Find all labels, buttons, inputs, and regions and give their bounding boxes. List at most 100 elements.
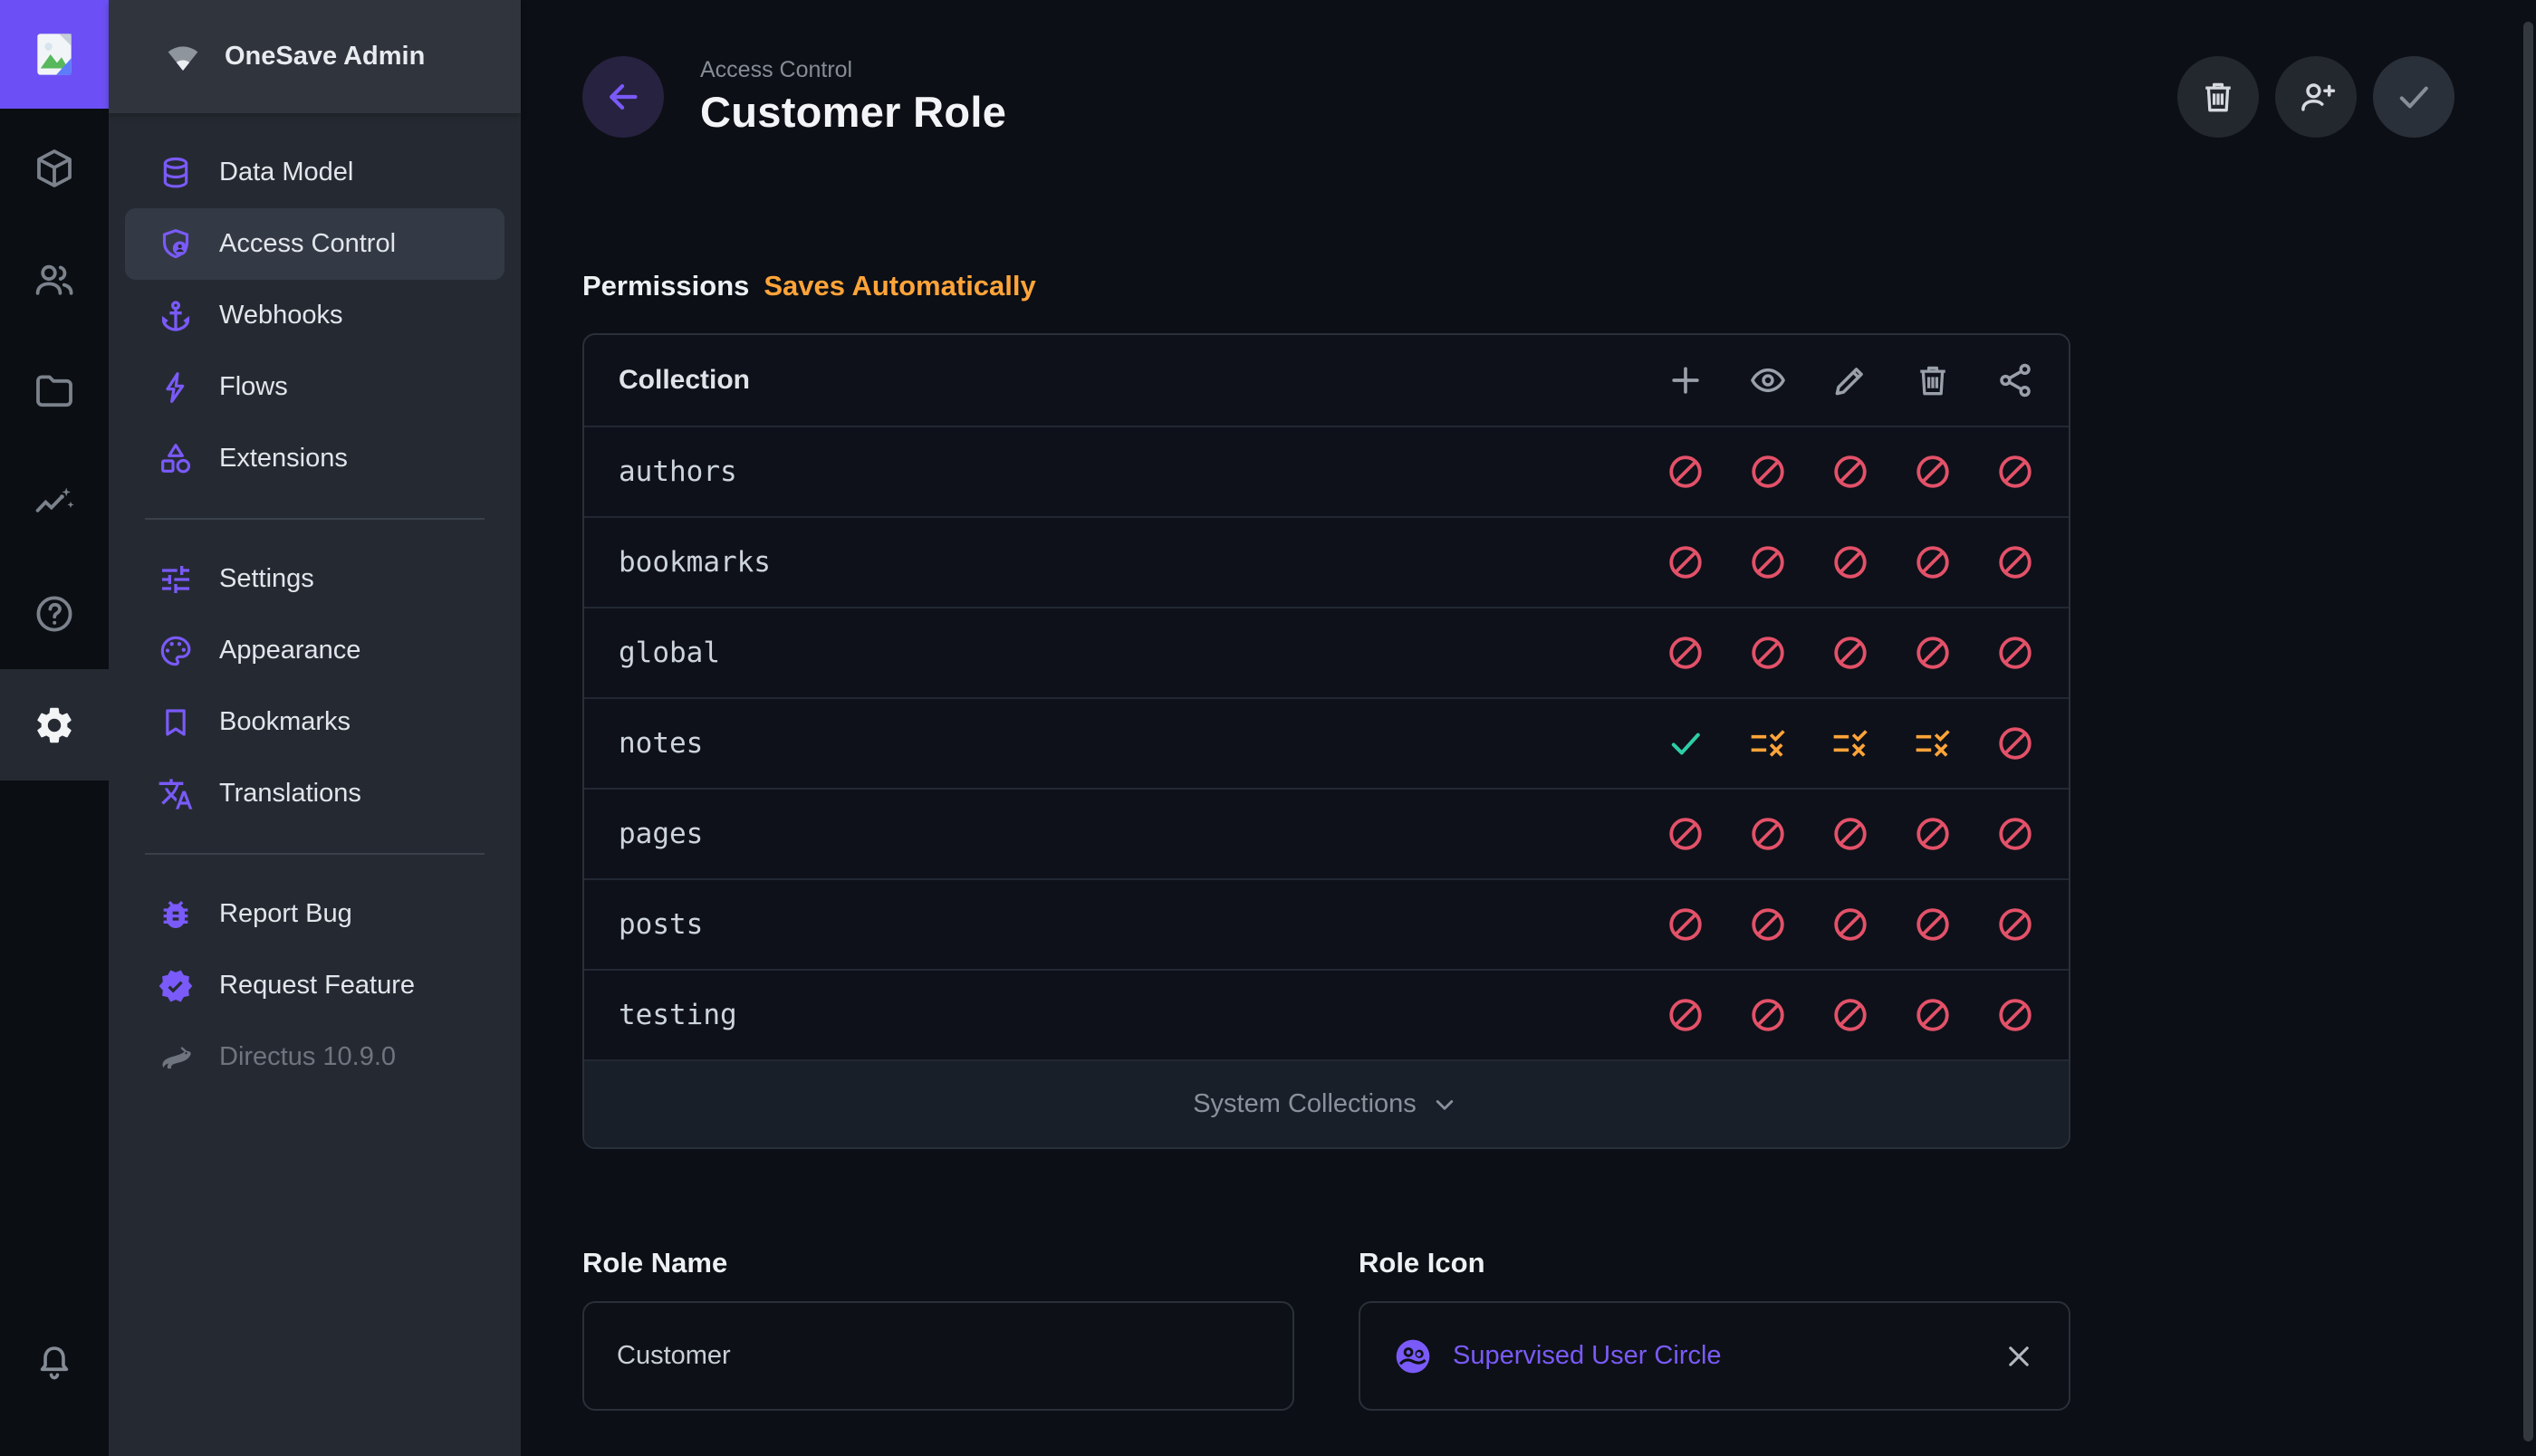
supervised-user-circle-icon	[1393, 1336, 1433, 1376]
perm-cell	[1974, 542, 2056, 582]
no-access-icon[interactable]	[1995, 995, 2035, 1035]
perm-column-delete[interactable]	[1891, 360, 1974, 400]
sidebar-item-webhooks[interactable]: Webhooks	[125, 280, 504, 351]
no-access-icon[interactable]	[1995, 905, 2035, 944]
module-settings[interactable]	[0, 669, 109, 781]
scrollbar[interactable]	[2523, 22, 2533, 1442]
no-access-icon[interactable]	[1830, 452, 1870, 492]
sidebar-item-extensions[interactable]: Extensions	[125, 423, 504, 494]
sidebar-item-data-model[interactable]: Data Model	[125, 137, 504, 208]
invite-users-button[interactable]	[2275, 56, 2357, 138]
project-logo[interactable]	[0, 0, 109, 109]
perm-cell	[1891, 814, 1974, 854]
no-access-icon[interactable]	[1666, 633, 1705, 673]
perm-cell	[1809, 723, 1891, 763]
no-access-icon[interactable]	[1830, 633, 1870, 673]
sidebar-item-appearance[interactable]: Appearance	[125, 615, 504, 686]
sidebar-item-directus-10-9-0[interactable]: Directus 10.9.0	[125, 1021, 504, 1093]
breadcrumb[interactable]: Access Control	[700, 57, 1006, 83]
nav-sidebar: OneSave Admin Data ModelAccess ControlWe…	[109, 0, 521, 1456]
no-access-icon[interactable]	[1666, 905, 1705, 944]
no-access-icon[interactable]	[1748, 814, 1788, 854]
role-icon-field: Role Icon Supervised User Circle	[1359, 1247, 2070, 1411]
perm-cell	[1891, 452, 1974, 492]
module-files[interactable]	[0, 335, 109, 446]
collection-name: testing	[619, 999, 737, 1031]
no-access-icon[interactable]	[1748, 905, 1788, 944]
arrow-left-icon	[602, 76, 644, 118]
no-access-icon[interactable]	[1830, 905, 1870, 944]
notifications-button[interactable]	[0, 1341, 109, 1383]
no-access-icon[interactable]	[1748, 452, 1788, 492]
title-block: Access Control Customer Role	[700, 57, 1006, 137]
no-access-icon[interactable]	[1913, 633, 1953, 673]
no-access-icon[interactable]	[1830, 542, 1870, 582]
permission-toggles	[1644, 814, 2056, 854]
module-help[interactable]	[0, 558, 109, 669]
perm-column-share[interactable]	[1974, 360, 2056, 400]
no-access-icon[interactable]	[1666, 452, 1705, 492]
sidebar-item-access-control[interactable]: Access Control	[125, 208, 504, 280]
custom-access-icon[interactable]	[1748, 723, 1788, 763]
broken-image-icon	[25, 25, 83, 83]
project-name: OneSave Admin	[225, 42, 425, 72]
module-users[interactable]	[0, 224, 109, 335]
table-row-posts: posts	[584, 878, 2069, 969]
role-name-input[interactable]	[617, 1341, 1260, 1371]
sidebar-item-flows[interactable]: Flows	[125, 351, 504, 423]
no-access-icon[interactable]	[1830, 995, 1870, 1035]
project-header[interactable]: OneSave Admin	[109, 0, 521, 113]
no-access-icon[interactable]	[1995, 633, 2035, 673]
plus-icon	[1666, 360, 1705, 400]
full-access-icon[interactable]	[1666, 723, 1705, 763]
perm-cell	[1644, 905, 1726, 944]
back-button[interactable]	[582, 56, 664, 138]
no-access-icon[interactable]	[1995, 542, 2035, 582]
perm-column-update[interactable]	[1809, 360, 1891, 400]
role-icon-input[interactable]: Supervised User Circle	[1359, 1301, 2070, 1411]
sidebar-item-settings[interactable]: Settings	[125, 543, 504, 615]
perm-cell	[1726, 995, 1809, 1035]
no-access-icon[interactable]	[1748, 995, 1788, 1035]
sidebar-item-translations[interactable]: Translations	[125, 758, 504, 829]
no-access-icon[interactable]	[1748, 542, 1788, 582]
no-access-icon[interactable]	[1913, 814, 1953, 854]
no-access-icon[interactable]	[1830, 814, 1870, 854]
no-access-icon[interactable]	[1666, 814, 1705, 854]
no-access-icon[interactable]	[1995, 452, 2035, 492]
no-access-icon[interactable]	[1913, 542, 1953, 582]
module-insights[interactable]	[0, 446, 109, 558]
delete-role-button[interactable]	[2177, 56, 2259, 138]
no-access-icon[interactable]	[1748, 633, 1788, 673]
main-content: Access Control Customer Role Permissions…	[521, 0, 2516, 1456]
permission-toggles	[1644, 542, 2056, 582]
role-name-input-wrap	[582, 1301, 1294, 1411]
no-access-icon[interactable]	[1913, 905, 1953, 944]
role-fields: Role Name Role Icon Supervised User Circ…	[582, 1247, 2070, 1411]
clear-role-icon-button[interactable]	[2002, 1339, 2036, 1374]
table-row-testing: testing	[584, 969, 2069, 1059]
no-access-icon[interactable]	[1913, 995, 1953, 1035]
bell-icon	[34, 1341, 75, 1383]
tune-icon	[158, 561, 194, 598]
perm-cell	[1974, 452, 2056, 492]
role-icon-value: Supervised User Circle	[1393, 1336, 1722, 1376]
sidebar-item-bookmarks[interactable]: Bookmarks	[125, 686, 504, 758]
custom-access-icon[interactable]	[1913, 723, 1953, 763]
no-access-icon[interactable]	[1913, 452, 1953, 492]
sidebar-item-request-feature[interactable]: Request Feature	[125, 950, 504, 1021]
sidebar-item-label: Settings	[219, 564, 314, 594]
no-access-icon[interactable]	[1995, 723, 2035, 763]
page-header: Access Control Customer Role	[521, 0, 2516, 138]
system-collections-toggle[interactable]: System Collections	[584, 1059, 2069, 1147]
no-access-icon[interactable]	[1666, 542, 1705, 582]
perm-column-read[interactable]	[1726, 360, 1809, 400]
sidebar-item-report-bug[interactable]: Report Bug	[125, 878, 504, 950]
no-access-icon[interactable]	[1995, 814, 2035, 854]
save-button[interactable]	[2373, 56, 2454, 138]
perm-cell	[1644, 814, 1726, 854]
module-content[interactable]	[0, 112, 109, 224]
perm-column-create[interactable]	[1644, 360, 1726, 400]
custom-access-icon[interactable]	[1830, 723, 1870, 763]
no-access-icon[interactable]	[1666, 995, 1705, 1035]
